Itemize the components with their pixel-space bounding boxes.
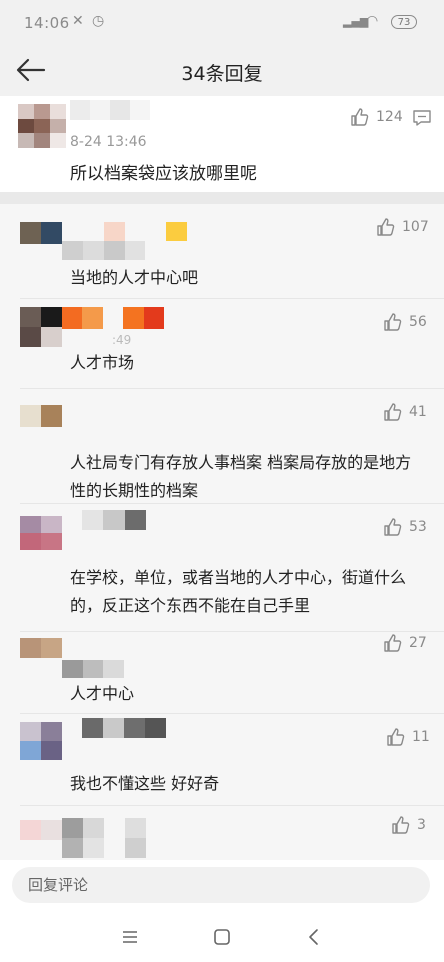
- menu-icon[interactable]: [118, 926, 142, 948]
- thumbs-up-icon: [384, 634, 402, 652]
- reply-input[interactable]: 回复评论: [12, 867, 430, 903]
- comment-icon[interactable]: [411, 108, 433, 128]
- avatar[interactable]: [20, 516, 62, 550]
- like-count: 124: [376, 109, 403, 125]
- thumbs-up-icon: [351, 108, 369, 126]
- avatar[interactable]: [18, 104, 66, 148]
- back-icon[interactable]: [302, 926, 326, 948]
- like-button[interactable]: 27: [383, 632, 427, 654]
- reply-text: 人社局专门有存放人事档案 档案局存放的是地方性的长期性的档案: [70, 453, 412, 500]
- status-bar: 14:06 ✕ ◷ ▂▄▆ ◠ 73: [0, 0, 444, 46]
- username[interactable]: [62, 222, 187, 260]
- like-button[interactable]: 3: [391, 814, 426, 836]
- reply-text: 人才市场: [70, 353, 135, 372]
- like-count: 3: [417, 817, 426, 833]
- username[interactable]: [62, 818, 146, 858]
- reply-text: 我也不懂这些 好好奇: [70, 774, 220, 793]
- like-button[interactable]: 107: [376, 216, 429, 238]
- thumbs-up-icon: [377, 218, 395, 236]
- reply-text: 在学校，单位，或者当地的人才中心，街道什么的，反正这个东西不能在自己手里: [70, 568, 407, 615]
- status-time: 14:06: [24, 14, 70, 32]
- reply-list: 当地的人才中心吧 107 :49 人才市场 56 人社局专门有存放人事档案 档案…: [0, 204, 444, 860]
- reply-item: 在学校，单位，或者当地的人才中心，街道什么的，反正这个东西不能在自己手里 53: [0, 504, 444, 632]
- thumbs-up-icon: [384, 518, 402, 536]
- reply-item: 当地的人才中心吧 107: [0, 204, 444, 299]
- like-button[interactable]: 53: [383, 516, 427, 538]
- reply-bar: 回复评论: [0, 860, 444, 910]
- like-count: 107: [402, 219, 429, 235]
- page-title: 34条回复: [181, 63, 263, 85]
- reply-item: 人才中心 27: [0, 632, 444, 714]
- username[interactable]: [82, 718, 166, 738]
- like-count: 41: [409, 404, 427, 420]
- like-button[interactable]: 11: [386, 726, 430, 748]
- thumbs-up-icon: [387, 728, 405, 746]
- alarm-icon: ◷: [92, 13, 105, 29]
- battery-indicator: 73: [391, 15, 417, 29]
- reply-item: 我也不懂这些 好好奇 11: [0, 714, 444, 806]
- reply-item: 人社局专门有存放人事档案 档案局存放的是地方性的长期性的档案 41: [0, 389, 444, 504]
- reply-text: 当地的人才中心吧: [70, 268, 199, 287]
- like-button[interactable]: 41: [383, 401, 427, 423]
- section-divider: [0, 192, 444, 204]
- avatar[interactable]: [20, 820, 62, 840]
- username[interactable]: [62, 660, 124, 678]
- like-count: 53: [409, 519, 427, 535]
- thumbs-up-icon: [384, 403, 402, 421]
- username[interactable]: [62, 307, 164, 329]
- username[interactable]: [82, 510, 146, 530]
- reply-timestamp: :49: [112, 333, 132, 347]
- avatar[interactable]: [20, 405, 62, 427]
- avatar[interactable]: [20, 638, 62, 658]
- comment-timestamp: 8-24 13:46: [70, 134, 147, 150]
- like-button[interactable]: 56: [383, 311, 427, 333]
- reply-item: 3: [0, 806, 444, 860]
- thumbs-up-icon: [384, 313, 402, 331]
- home-icon[interactable]: [210, 926, 234, 948]
- avatar[interactable]: [20, 222, 62, 244]
- top-bar: 34条回复: [0, 46, 444, 96]
- like-button[interactable]: 124: [350, 106, 403, 128]
- username[interactable]: [70, 100, 150, 120]
- like-count: 11: [412, 729, 430, 745]
- mute-icon: ✕: [72, 13, 84, 29]
- avatar[interactable]: [20, 722, 62, 760]
- reply-item: :49 人才市场 56: [0, 299, 444, 389]
- system-nav-bar: [0, 910, 444, 962]
- main-comment: 8-24 13:46 所以档案袋应该放哪里呢 124: [0, 96, 444, 192]
- wifi-icon: ◠: [366, 13, 379, 29]
- comment-text: 所以档案袋应该放哪里呢: [70, 164, 257, 184]
- thumbs-up-icon: [392, 816, 410, 834]
- like-count: 56: [409, 314, 427, 330]
- signal-icon: ▂▄▆: [343, 15, 369, 28]
- reply-text: 人才中心: [70, 684, 135, 703]
- like-count: 27: [409, 635, 427, 651]
- avatar[interactable]: [20, 307, 62, 347]
